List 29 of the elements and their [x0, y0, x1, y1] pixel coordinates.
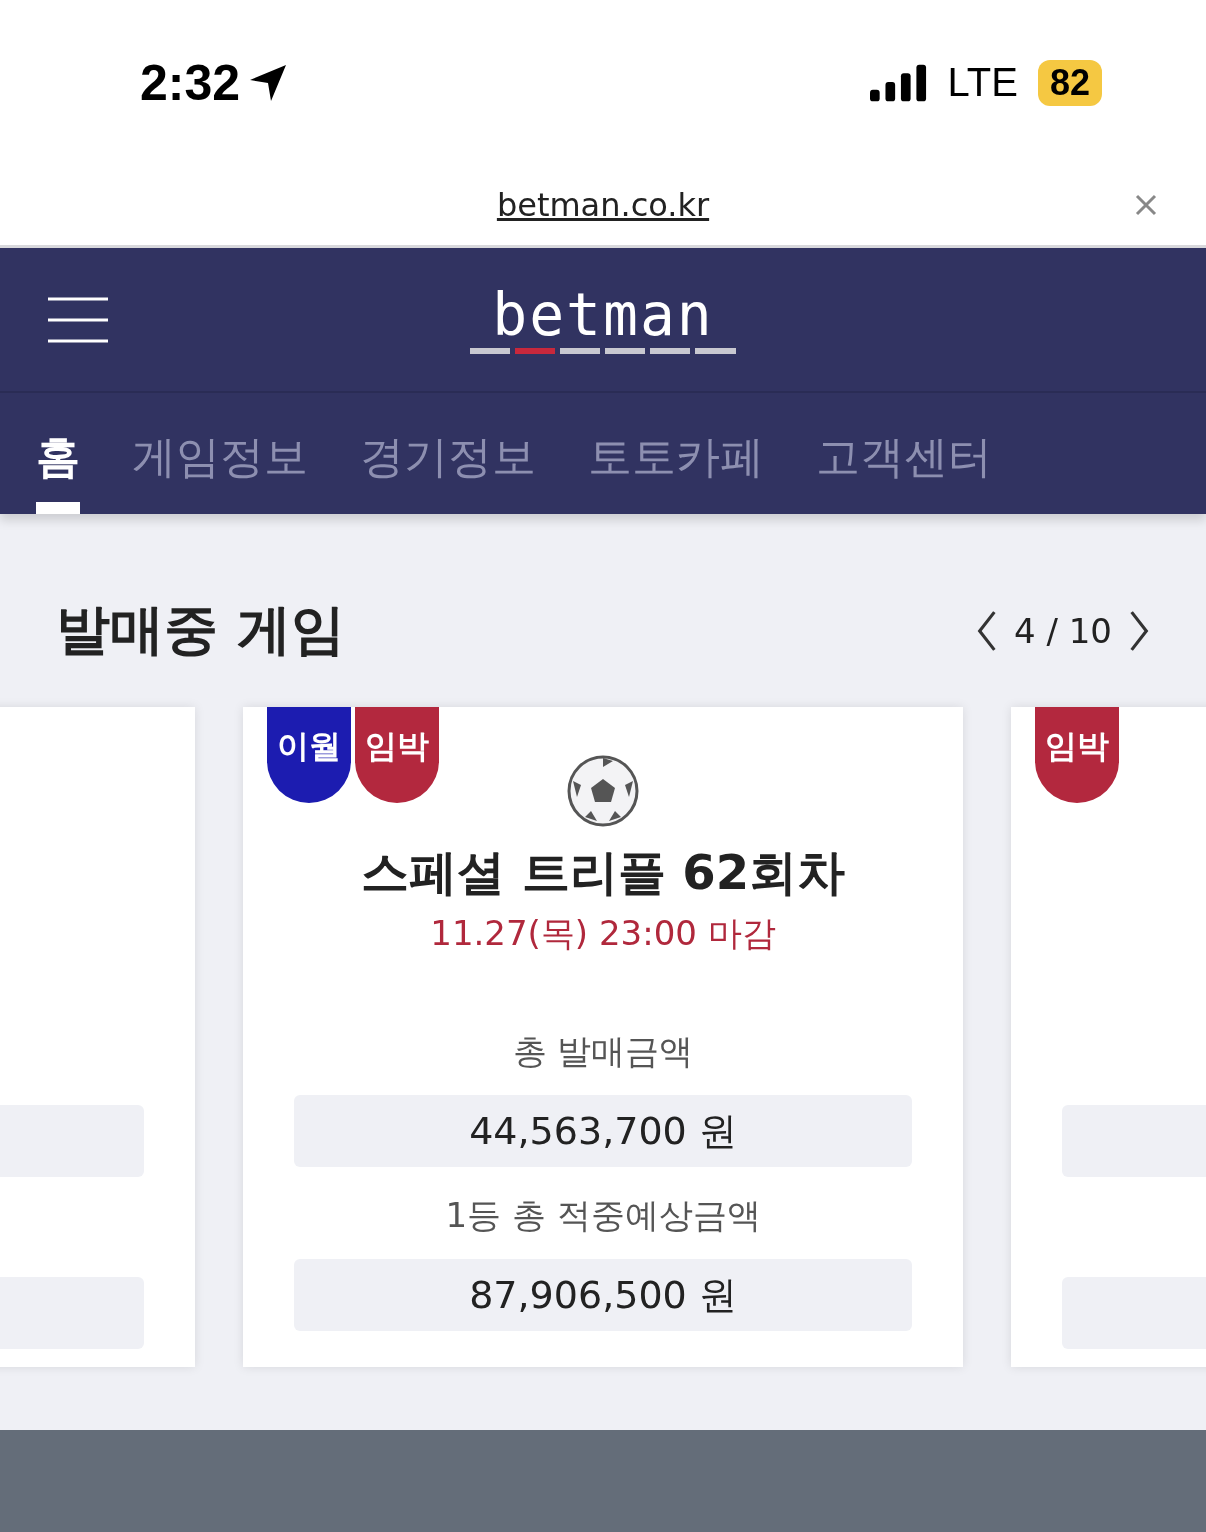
deadline-text: 11.27(목) 23:00 마감 [430, 912, 776, 955]
logo-text[interactable]: betman [492, 285, 714, 344]
network-type: LTE [947, 60, 1018, 105]
nav-tab[interactable]: 홈 [36, 393, 80, 514]
url-text[interactable]: betman.co.kr [496, 186, 710, 224]
nav-tab[interactable]: 게임정보 [132, 393, 308, 514]
status-badge: 이월 [267, 707, 351, 803]
next-icon[interactable] [1128, 609, 1150, 652]
soccer-ball-icon [567, 755, 639, 827]
nav-tab[interactable]: 고객센터 [816, 393, 992, 514]
battery-level: 82 [1037, 59, 1102, 106]
location-arrow-icon [248, 62, 289, 103]
game-card[interactable]: 임박 [1011, 707, 1206, 1367]
game-title: 스페셜 트리플 62회차 [360, 843, 846, 902]
amount-field: 44,563,700 원 [294, 1095, 912, 1167]
game-card[interactable]: 이월 임박 스페셜 트리플 62회차 11.27(목) 23:00 마감 총 발매금액 44,563,700 원 1등 총 적중예상금액 87,906,500 원 [243, 707, 963, 1367]
close-icon[interactable] [1134, 193, 1158, 217]
page-counter: 4 / 10 [1014, 610, 1112, 651]
nav-tab[interactable]: 경기정보 [360, 393, 536, 514]
amount-field: 87,906,500 원 [294, 1259, 912, 1331]
status-badge: 임박 [1035, 707, 1119, 803]
section-title: 발매중 게임 [56, 597, 345, 663]
status-badge: 임박 [355, 707, 439, 803]
clock-time: 2:32 [140, 53, 241, 112]
field-label: 총 발매금액 [512, 1030, 694, 1073]
field-label: 1등 총 적중예상금액 [445, 1194, 761, 1237]
signal-icon [869, 63, 928, 102]
menu-icon[interactable] [48, 296, 108, 343]
nav-tab[interactable]: 토토카페 [588, 393, 764, 514]
